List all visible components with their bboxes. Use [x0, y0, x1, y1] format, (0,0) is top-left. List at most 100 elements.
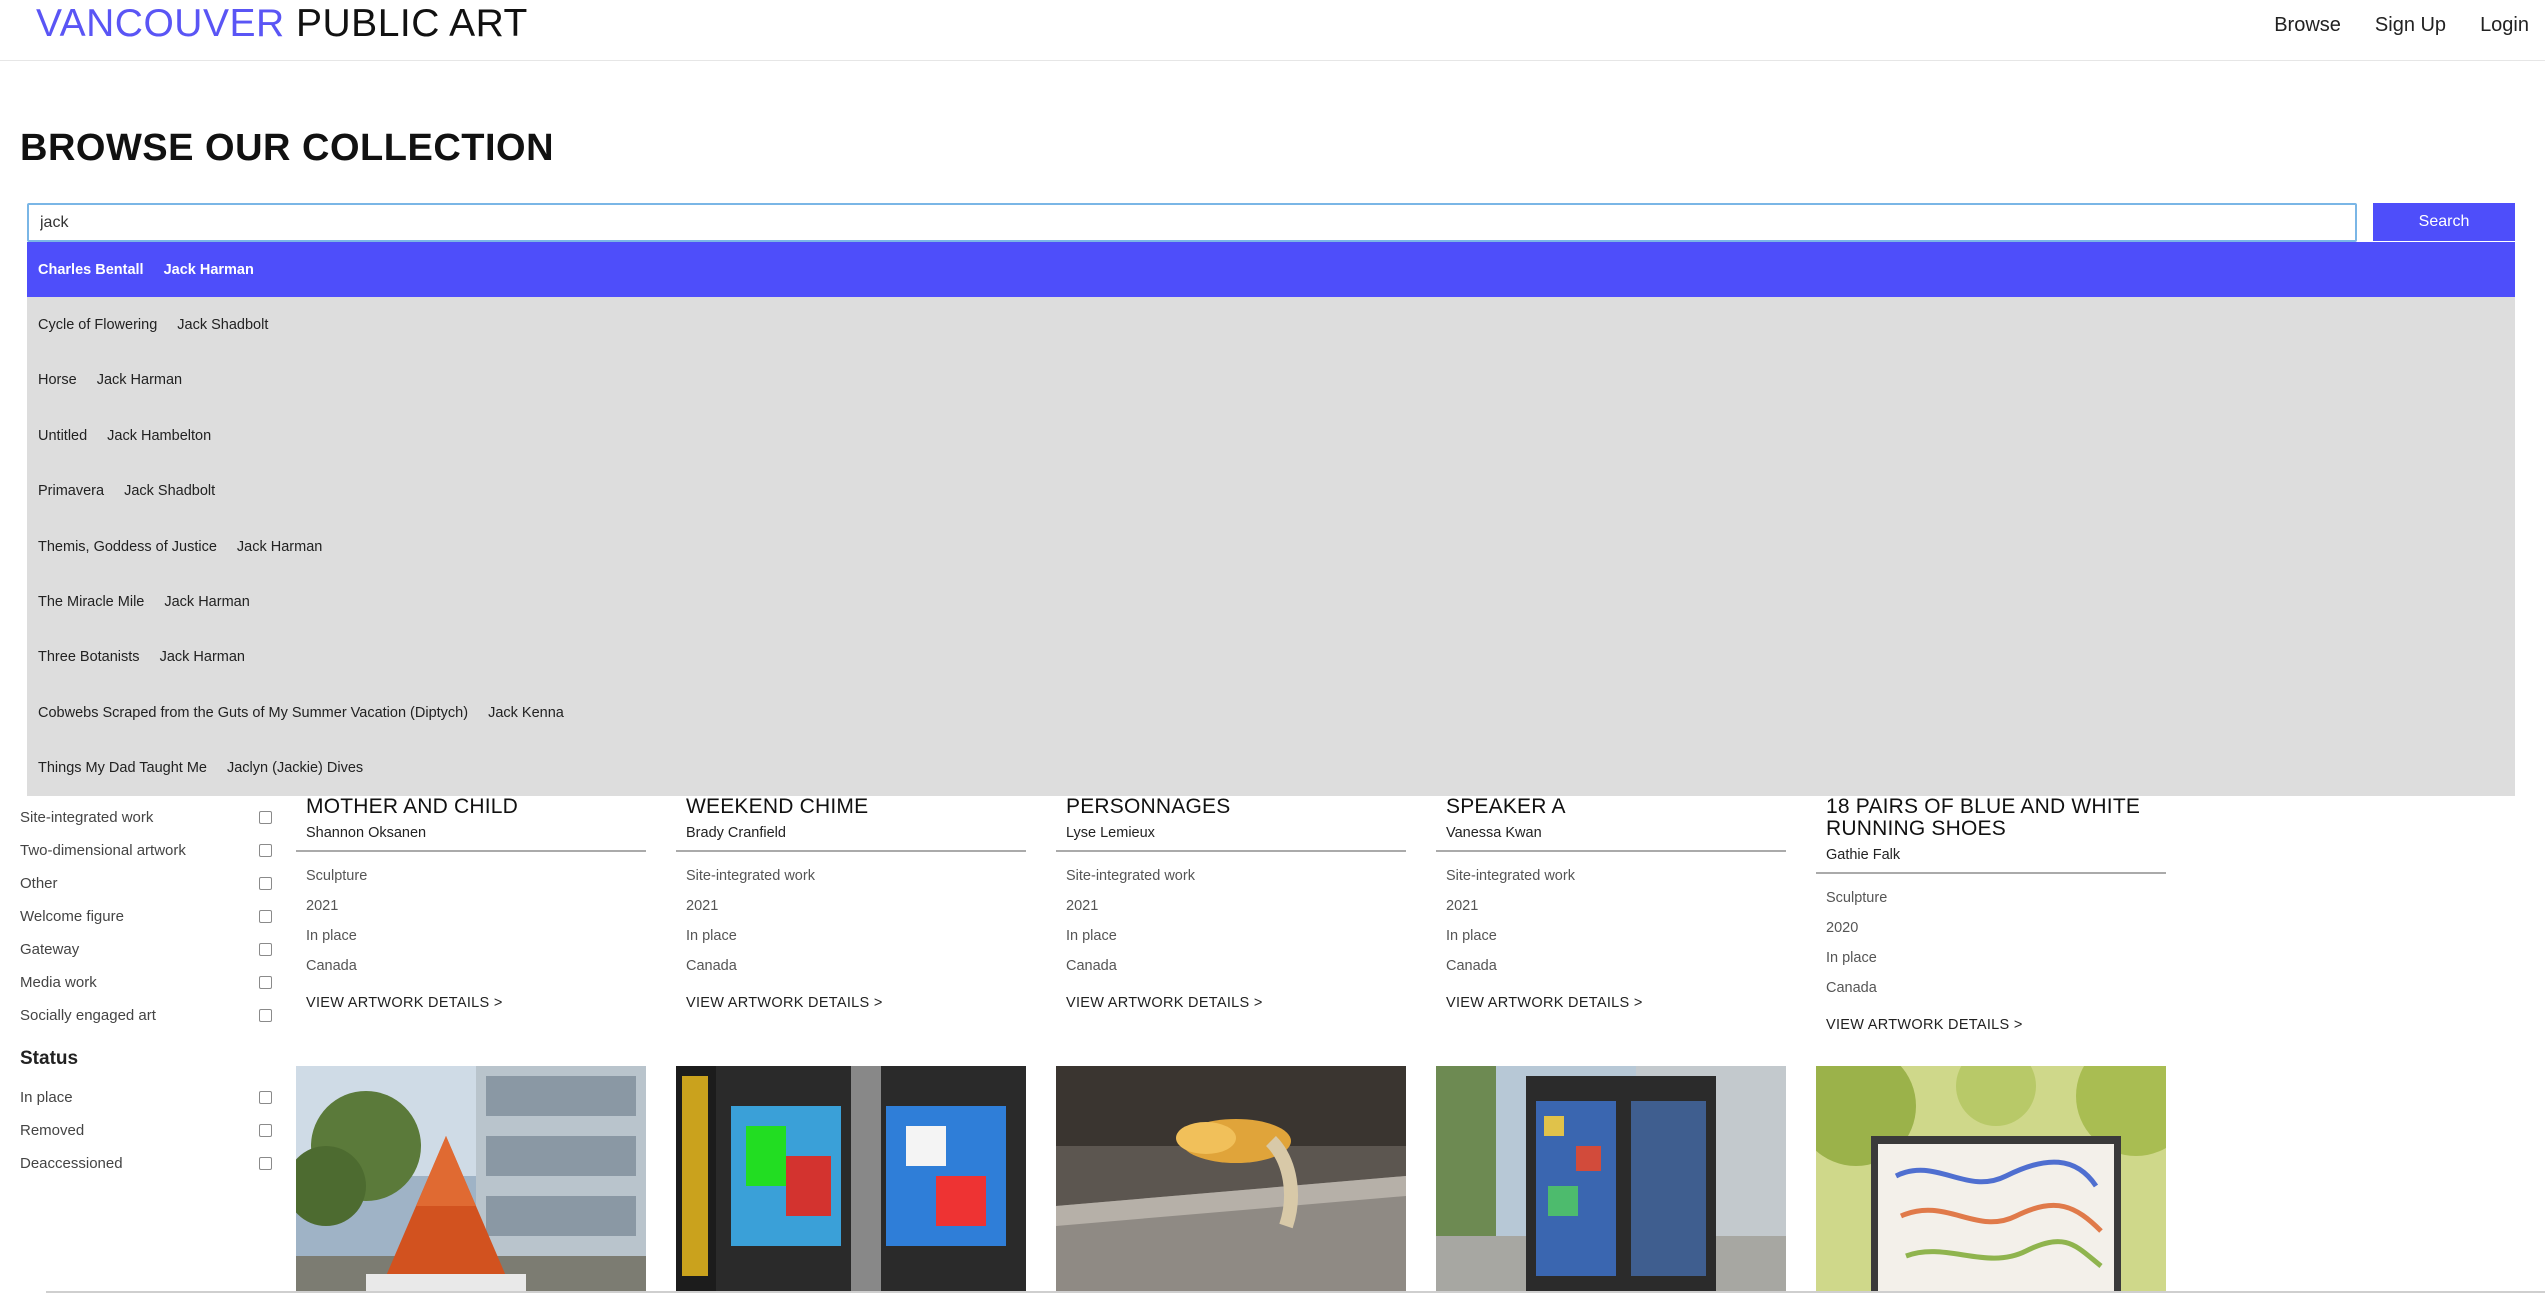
artwork-card: MOTHER AND CHILD Shannon Oksanen Sculptu… — [296, 796, 646, 1011]
brand-text: PUBLIC ART — [296, 2, 528, 45]
suggestion-artist: Jack Harman — [96, 372, 183, 389]
suggestion-item[interactable]: Untitled Jack Hambelton — [27, 408, 2515, 463]
view-details-link[interactable]: VIEW ARTWORK DETAILS > — [676, 995, 1026, 1011]
filter-checkbox[interactable] — [259, 1124, 272, 1137]
filter-label: Removed — [20, 1122, 85, 1139]
artwork-status: In place — [1066, 928, 1117, 944]
filter-option[interactable]: Socially engaged art — [20, 999, 272, 1032]
artwork-status: In place — [686, 928, 737, 944]
suggestion-item[interactable]: Cycle of Flowering Jack Shadbolt — [27, 297, 2515, 352]
suggestion-title: Cobwebs Scraped from the Guts of My Summ… — [38, 704, 469, 721]
filter-checkbox[interactable] — [259, 1157, 272, 1170]
page-title: BROWSE OUR COLLECTION — [20, 127, 555, 169]
nav-signup-link[interactable]: Sign Up — [2375, 12, 2446, 38]
artwork-meta: Site-integrated work 2021 In place Canad… — [676, 861, 1026, 981]
artwork-thumbnail[interactable] — [676, 1066, 1026, 1293]
artwork-artist: Gathie Falk — [1826, 847, 1901, 863]
filter-checkbox[interactable] — [259, 844, 272, 857]
suggestion-title: Three Botanists — [38, 649, 140, 666]
view-details-link[interactable]: VIEW ARTWORK DETAILS > — [1056, 995, 1406, 1011]
suggestion-title: Cycle of Flowering — [38, 317, 158, 334]
artwork-thumbnail[interactable] — [1816, 1066, 2166, 1293]
artwork-type: Site-integrated work — [1446, 868, 1575, 884]
suggestion-artist: Jack Hambelton — [107, 427, 212, 444]
artwork-card: 18 PAIRS OF BLUE AND WHITE RUNNING SHOES… — [1816, 796, 2166, 1033]
suggestion-title: Primavera — [38, 483, 105, 500]
site-logo[interactable]: VANCOUVER PUBLIC ART — [36, 2, 528, 46]
search-input[interactable] — [27, 203, 2357, 242]
filter-option[interactable]: Gateway — [20, 933, 272, 966]
artwork-artist: Lyse Lemieux — [1066, 825, 1155, 841]
artwork-type: Site-integrated work — [1066, 868, 1195, 884]
suggestion-item[interactable]: Themis, Goddess of Justice Jack Harman — [27, 519, 2515, 574]
artwork-type: Sculpture — [1826, 890, 1888, 906]
artwork-thumbnail[interactable] — [296, 1066, 646, 1293]
card-divider — [676, 850, 1026, 852]
nav-browse-link[interactable]: Browse — [2274, 12, 2341, 38]
top-navigation-bar: VANCOUVER PUBLIC ART Browse Sign Up Logi… — [0, 0, 2545, 61]
view-details-link[interactable]: VIEW ARTWORK DETAILS > — [296, 995, 646, 1011]
filter-label: Gateway — [20, 941, 80, 958]
suggestion-artist: Jack Harman — [164, 594, 250, 611]
artwork-year: 2020 — [1826, 920, 1859, 936]
artwork-status: In place — [1826, 950, 1877, 966]
artwork-type: Site-integrated work — [686, 868, 815, 884]
suggestion-item[interactable]: Horse Jack Harman — [27, 353, 2515, 408]
filter-label: Socially engaged art — [20, 1007, 156, 1024]
filter-option[interactable]: Other — [20, 867, 272, 900]
filter-option[interactable]: In place — [20, 1081, 272, 1114]
filter-label: Deaccessioned — [20, 1155, 123, 1172]
suggestion-item[interactable]: Three Botanists Jack Harman — [27, 630, 2515, 685]
view-details-link[interactable]: VIEW ARTWORK DETAILS > — [1816, 1017, 2166, 1033]
filter-label: Two-dimensional artwork — [20, 842, 186, 859]
suggestion-title: Horse — [38, 372, 77, 389]
suggestion-item[interactable]: Things My Dad Taught Me Jaclyn (Jackie) … — [27, 741, 2515, 796]
nav-login-link[interactable]: Login — [2480, 12, 2529, 38]
filter-option[interactable]: Deaccessioned — [20, 1147, 272, 1180]
filter-option[interactable]: Media work — [20, 966, 272, 999]
suggestion-item[interactable]: Charles Bentall Jack Harman — [27, 242, 2515, 298]
filter-checkbox[interactable] — [259, 1091, 272, 1104]
suggestion-artist: Jack Harman — [159, 649, 245, 666]
artwork-year: 2021 — [306, 898, 339, 914]
filter-option[interactable]: Two-dimensional artwork — [20, 834, 272, 867]
artwork-title: PERSONNAGES — [1066, 795, 1231, 818]
filter-label: Other — [20, 875, 58, 892]
filter-label: Welcome figure — [20, 908, 124, 925]
suggestion-item[interactable]: Cobwebs Scraped from the Guts of My Summ… — [27, 685, 2515, 740]
artwork-status: In place — [1446, 928, 1497, 944]
artwork-meta: Site-integrated work 2021 In place Canad… — [1436, 861, 1786, 981]
search-button[interactable]: Search — [2373, 203, 2515, 241]
suggestion-artist: Jack Harman — [163, 261, 254, 278]
suggestion-artist: Jack Harman — [236, 538, 323, 555]
filter-checkbox[interactable] — [259, 811, 272, 824]
artwork-title: SPEAKER A — [1446, 795, 1566, 818]
artwork-country: Canada — [1066, 958, 1117, 974]
artwork-thumbnail[interactable] — [1436, 1066, 1786, 1293]
view-details-link[interactable]: VIEW ARTWORK DETAILS > — [1436, 995, 1786, 1011]
filter-checkbox[interactable] — [259, 943, 272, 956]
artwork-country: Canada — [1446, 958, 1497, 974]
artwork-year: 2021 — [686, 898, 719, 914]
filter-checkbox[interactable] — [259, 976, 272, 989]
filter-option[interactable]: Site-integrated work — [20, 801, 272, 834]
filter-option[interactable]: Welcome figure — [20, 900, 272, 933]
suggestion-item[interactable]: The Miracle Mile Jack Harman — [27, 574, 2515, 629]
suggestion-item[interactable]: Primavera Jack Shadbolt — [27, 464, 2515, 519]
artwork-year: 2021 — [1066, 898, 1099, 914]
filter-checkbox[interactable] — [259, 877, 272, 890]
artwork-artist: Brady Cranfield — [686, 825, 786, 841]
artwork-country: Canada — [1826, 980, 1877, 996]
artwork-artist: Vanessa Kwan — [1446, 825, 1542, 841]
filter-option[interactable]: Removed — [20, 1114, 272, 1147]
filter-label: Media work — [20, 974, 97, 991]
filter-checkbox[interactable] — [259, 1009, 272, 1022]
nav-links: Browse Sign Up Login — [2274, 12, 2545, 38]
artwork-country: Canada — [306, 958, 357, 974]
brand-accent-text: VANCOUVER — [36, 2, 285, 45]
filter-checkbox[interactable] — [259, 910, 272, 923]
suggestion-artist: Jack Kenna — [488, 704, 564, 721]
artwork-thumbnail[interactable] — [1056, 1066, 1406, 1293]
card-divider — [296, 850, 646, 852]
artwork-meta: Sculpture 2020 In place Canada — [1816, 883, 2166, 1003]
